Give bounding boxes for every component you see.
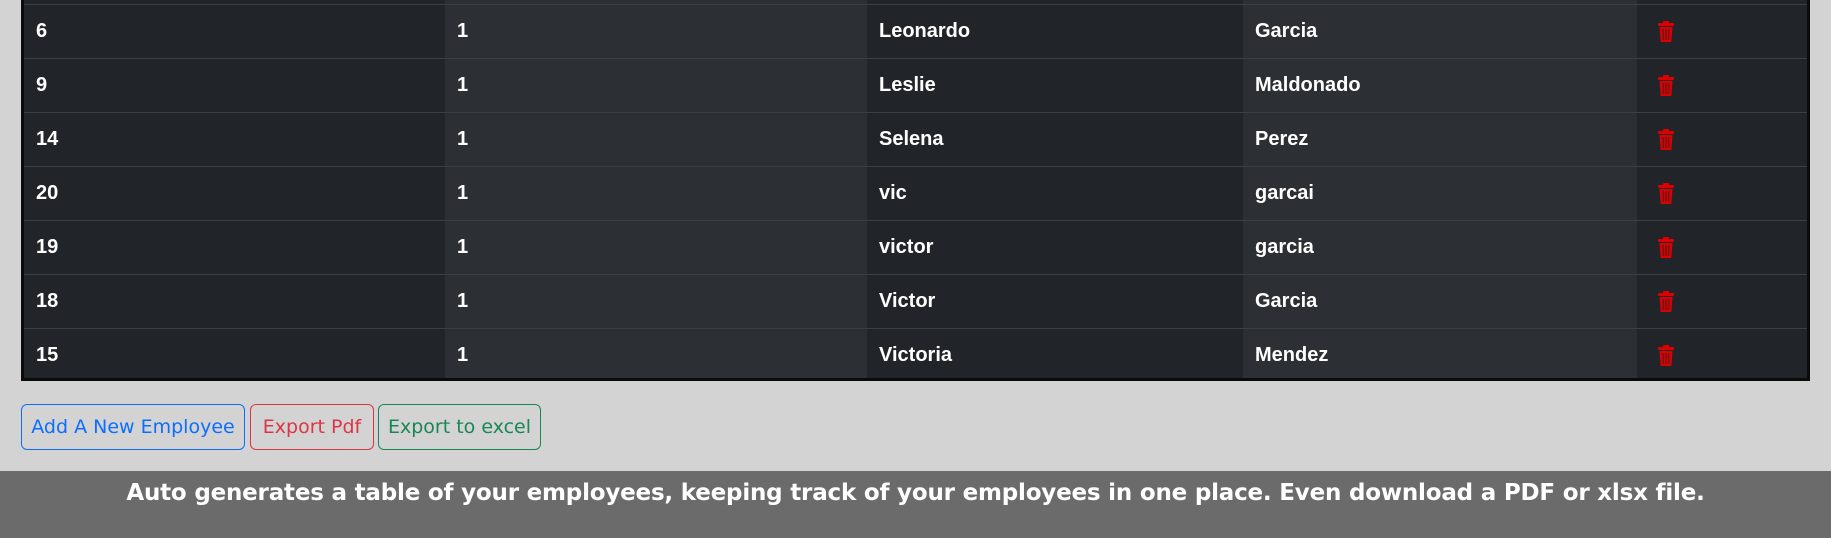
cell-last-name: garcia xyxy=(1243,220,1637,275)
cell-id: 15 xyxy=(24,328,445,378)
employee-table-grid: 6 1 Leonardo Garcia 9 1 Leslie Maldonado 14 1 Sele… xyxy=(24,0,1807,378)
cell-last-name: Perez xyxy=(1243,112,1637,167)
cell-first-name: Leslie xyxy=(867,58,1243,113)
employee-table-body: 6 1 Leonardo Garcia 9 1 Leslie Maldonado 14 1 Sele… xyxy=(24,0,1807,378)
employee-table: 6 1 Leonardo Garcia 9 1 Leslie Maldonado 14 1 Sele… xyxy=(21,0,1810,381)
cell-id: 19 xyxy=(24,220,445,275)
site-footer: Auto generates a table of your employees… xyxy=(0,471,1831,538)
trash-icon[interactable] xyxy=(1657,128,1675,151)
cell-number: 1 xyxy=(445,220,867,275)
cell-number: 1 xyxy=(445,112,867,167)
table-row: 18 1 Victor Garcia xyxy=(24,274,1807,329)
cell-id: 6 xyxy=(24,4,445,59)
cell-number: 1 xyxy=(445,166,867,221)
table-row: 14 1 Selena Perez xyxy=(24,112,1807,167)
cell-number: 1 xyxy=(445,4,867,59)
table-row: 15 1 Victoria Mendez xyxy=(24,328,1807,378)
cell-delete xyxy=(1637,58,1807,113)
cell-delete xyxy=(1637,220,1807,275)
cell-id: 20 xyxy=(24,166,445,221)
cell-id: 18 xyxy=(24,274,445,329)
cell-last-name: Maldonado xyxy=(1243,58,1637,113)
cell-number: 1 xyxy=(445,328,867,378)
table-row: 6 1 Leonardo Garcia xyxy=(24,4,1807,59)
cell-delete xyxy=(1637,4,1807,59)
trash-icon[interactable] xyxy=(1657,182,1675,205)
cell-delete xyxy=(1637,166,1807,221)
cell-last-name: Mendez xyxy=(1243,328,1637,378)
export-excel-button[interactable]: Export to excel xyxy=(378,404,541,450)
cell-delete xyxy=(1637,274,1807,329)
cell-id: 14 xyxy=(24,112,445,167)
export-pdf-button[interactable]: Export Pdf xyxy=(250,404,374,450)
table-row: 9 1 Leslie Maldonado xyxy=(24,58,1807,113)
cell-delete xyxy=(1637,112,1807,167)
footer-description: Auto generates a table of your employees… xyxy=(126,480,1705,506)
trash-icon[interactable] xyxy=(1657,290,1675,313)
cell-number: 1 xyxy=(445,58,867,113)
add-employee-button[interactable]: Add A New Employee xyxy=(21,404,245,450)
cell-first-name: vic xyxy=(867,166,1243,221)
cell-first-name: Selena xyxy=(867,112,1243,167)
trash-icon[interactable] xyxy=(1657,344,1675,367)
cell-number: 1 xyxy=(445,274,867,329)
cell-id: 9 xyxy=(24,58,445,113)
cell-last-name: Garcia xyxy=(1243,274,1637,329)
cell-first-name: Leonardo xyxy=(867,4,1243,59)
table-row: 19 1 victor garcia xyxy=(24,220,1807,275)
cell-first-name: Victoria xyxy=(867,328,1243,378)
cell-first-name: victor xyxy=(867,220,1243,275)
trash-icon[interactable] xyxy=(1657,236,1675,259)
cell-last-name: Garcia xyxy=(1243,4,1637,59)
cell-delete xyxy=(1637,328,1807,378)
cell-last-name: garcai xyxy=(1243,166,1637,221)
cell-first-name: Victor xyxy=(867,274,1243,329)
trash-icon[interactable] xyxy=(1657,74,1675,97)
trash-icon[interactable] xyxy=(1657,20,1675,43)
table-row: 20 1 vic garcai xyxy=(24,166,1807,221)
